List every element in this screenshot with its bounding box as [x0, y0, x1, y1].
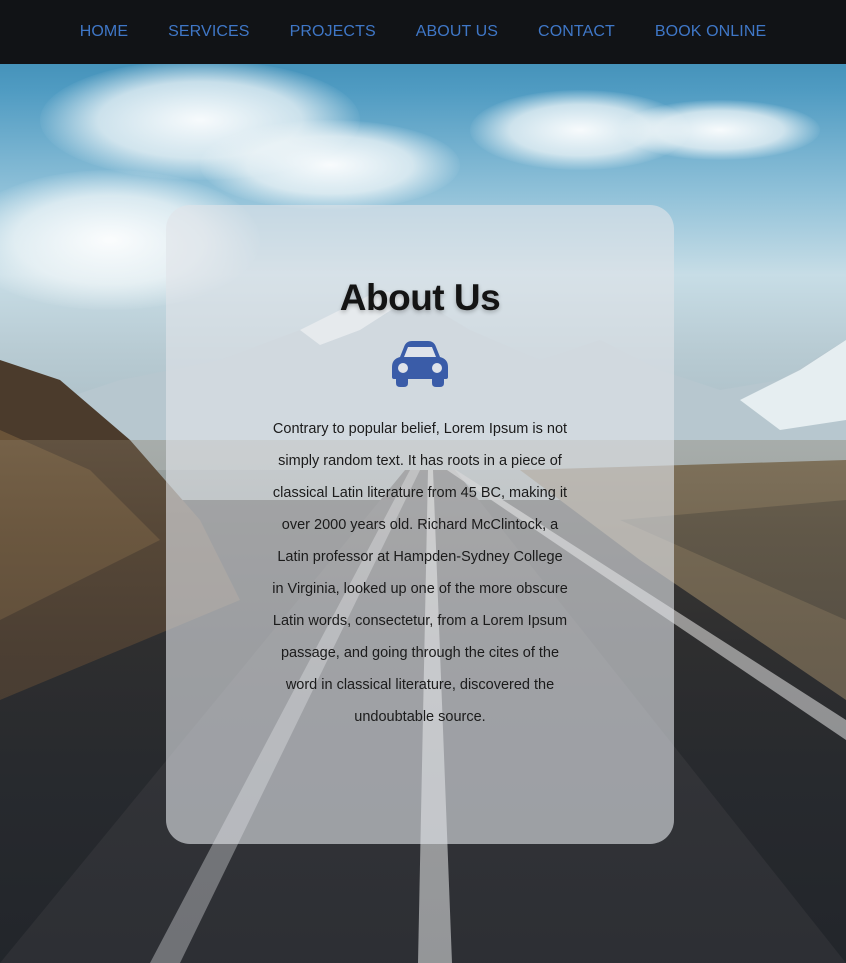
about-us-title: About Us — [339, 277, 501, 318]
top-navigation-bar: HOME SERVICES PROJECTS ABOUT US CONTACT … — [0, 0, 846, 64]
about-us-description: Contrary to popular belief, Lorem Ipsum … — [272, 421, 568, 725]
nav-link-book-online[interactable]: BOOK ONLINE — [635, 23, 786, 41]
nav-link-contact[interactable]: CONTACT — [518, 23, 635, 41]
car-icon — [392, 341, 448, 387]
nav-link-home[interactable]: HOME — [60, 23, 148, 41]
about-us-card: About Us Contrary to popular belief, Lor… — [166, 205, 674, 844]
nav-link-about-us[interactable]: ABOUT US — [396, 23, 518, 41]
nav-link-projects[interactable]: PROJECTS — [270, 23, 396, 41]
nav-link-services[interactable]: SERVICES — [148, 23, 269, 41]
